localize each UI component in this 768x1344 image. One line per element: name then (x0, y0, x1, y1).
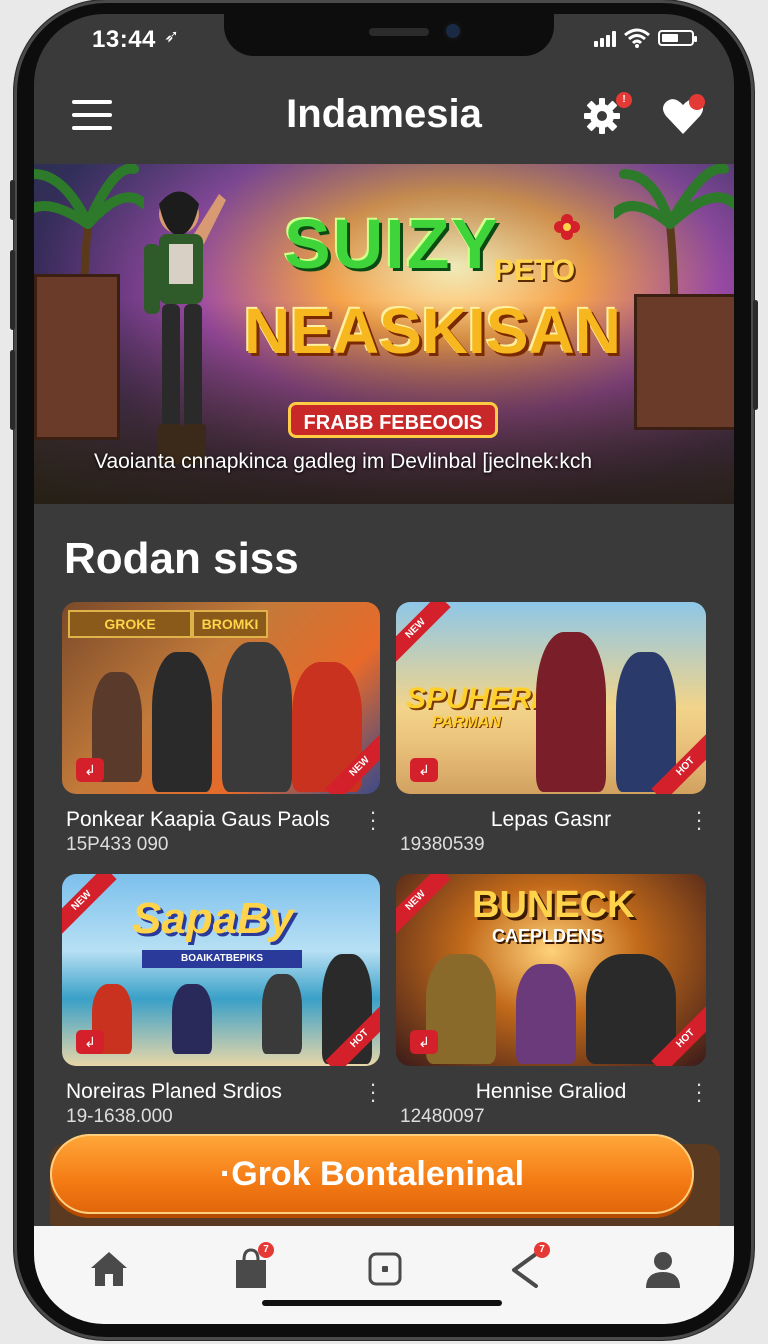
mute-switch (10, 180, 15, 220)
settings-button[interactable]: ! (582, 92, 632, 136)
more-options-icon[interactable]: · · · (694, 1073, 704, 1111)
section-title: Rodan siss (64, 534, 299, 583)
app-bar: Indamesia ! (34, 76, 734, 156)
character-figure (586, 954, 676, 1064)
play-badge-icon: ↲ (76, 758, 104, 782)
more-options-icon[interactable]: · · · (368, 1073, 378, 1111)
temple-right (634, 294, 734, 430)
square-icon (368, 1252, 402, 1286)
power-button (753, 300, 758, 410)
game-thumbnail[interactable]: GROKE BROMKI NEW ↲ (62, 602, 380, 794)
home-icon (91, 1252, 127, 1286)
more-options-icon[interactable]: · · · (368, 801, 378, 839)
screen: 13:44 ➶ Indamesia ! SUIZY PETO NEASKISAN… (34, 14, 734, 1324)
battery-icon (658, 30, 697, 46)
thumbnail-subtitle: BROMKI (192, 610, 268, 638)
game-title[interactable]: Noreiras Planed Srdios (66, 1080, 282, 1104)
game-title[interactable]: Ponkear Kaapia Gaus Paols (66, 808, 330, 832)
thumbnail-title: GROKE (68, 610, 192, 638)
notch (224, 14, 554, 56)
game-title[interactable]: Lepas Gasnr (396, 808, 706, 832)
bottom-tab-bar: 7 7 (34, 1226, 734, 1324)
game-count: 15P433 090 (66, 834, 169, 855)
front-camera (446, 24, 460, 38)
play-badge-icon: ↲ (410, 1030, 438, 1054)
location-arrow-icon: ➶ (164, 26, 180, 46)
game-count: 19-1638.000 (66, 1106, 173, 1127)
character-figure (536, 632, 606, 792)
thumbnail-title: BUNECK (472, 884, 635, 926)
corner-ribbon: NEW (62, 874, 117, 936)
tab-profile[interactable] (640, 1246, 686, 1292)
thumbnail-title: SapaBy (132, 894, 294, 943)
character-figure (172, 984, 212, 1054)
signal-icon (594, 29, 616, 47)
game-thumbnail[interactable]: SapaBy BOAIKATBEPIKS NEW HOT ↲ (62, 874, 380, 1066)
hero-banner[interactable]: SUIZY PETO NEASKISAN FRABB FEBEOOIS Vaoi… (34, 164, 734, 504)
tab-store[interactable]: 7 (228, 1242, 274, 1292)
hero-title-line1: SUIZY (284, 205, 501, 283)
volume-up-button (10, 250, 15, 330)
thumbnail-subtitle: CAEPLDENS (492, 926, 604, 946)
character-figure (616, 652, 676, 792)
game-thumbnail[interactable]: SPUHERIN PARMAN NEW HOT ↲ (396, 602, 706, 794)
heart-icon (663, 94, 705, 134)
play-badge-icon: ↲ (410, 758, 438, 782)
game-title[interactable]: Hennise Graliod (396, 1080, 706, 1104)
character-figure (222, 642, 292, 792)
hero-character (144, 191, 226, 464)
favorites-button[interactable] (660, 94, 706, 138)
tab-games[interactable] (362, 1246, 408, 1292)
game-card[interactable]: GROKE BROMKI NEW ↲ Ponkear Kaapia Gaus P… (62, 602, 380, 855)
game-thumbnail[interactable]: BUNECK CAEPLDENS NEW HOT ↲ (396, 874, 706, 1066)
game-count: 19380539 (400, 834, 485, 855)
corner-ribbon: NEW (396, 874, 451, 936)
game-card[interactable]: SapaBy BOAIKATBEPIKS NEW HOT ↲ Noreiras … (62, 874, 380, 1127)
cta-button[interactable]: ·Grok Bontaleninal (50, 1134, 694, 1214)
character-figure (516, 964, 576, 1064)
hero-badge[interactable]: FRABB FEBEOOIS (288, 402, 498, 438)
hero-caption: Vaoianta cnnapkinca gadleg im Devlinbal … (94, 450, 593, 473)
more-options-icon[interactable]: · · · (694, 801, 704, 839)
home-indicator[interactable] (262, 1300, 502, 1306)
character-figure (262, 974, 302, 1054)
hero-title-sub: PETO (494, 254, 576, 287)
game-card[interactable]: BUNECK CAEPLDENS NEW HOT ↲ Hennise Grali… (396, 874, 706, 1127)
thumbnail-subtitle: BOAIKATBEPIKS (142, 950, 302, 968)
game-count: 12480097 (400, 1106, 485, 1127)
settings-badge: ! (616, 92, 632, 108)
tab-home[interactable] (86, 1246, 132, 1292)
game-card[interactable]: SPUHERIN PARMAN NEW HOT ↲ Lepas Gasnr 19… (396, 602, 706, 855)
hero-title-line2: NEASKISAN (244, 295, 621, 367)
store-badge: 7 (258, 1242, 274, 1258)
character-figure (152, 652, 212, 792)
temple-left (34, 274, 120, 440)
thumbnail-subtitle: PARMAN (432, 714, 502, 731)
status-time: 13:44 (92, 26, 156, 53)
share-badge: 7 (534, 1242, 550, 1258)
user-icon (646, 1252, 680, 1288)
wifi-icon (624, 28, 650, 48)
volume-down-button (10, 350, 15, 430)
flower-icon (554, 214, 580, 240)
play-badge-icon: ↲ (76, 1030, 104, 1054)
tab-share[interactable]: 7 (504, 1242, 550, 1292)
corner-ribbon: NEW (396, 602, 451, 664)
